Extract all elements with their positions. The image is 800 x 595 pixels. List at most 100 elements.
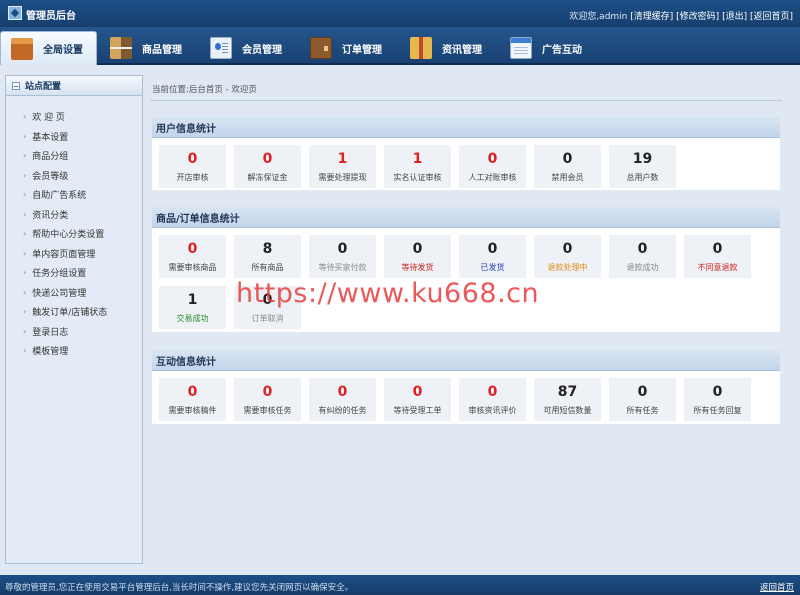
stat-card[interactable]: 1 交易成功 xyxy=(159,286,226,329)
sidebar-item[interactable]: › 会员等级 xyxy=(6,166,142,186)
stat-label: 总用户数 xyxy=(626,173,659,182)
stat-label: 可用短信数量 xyxy=(543,406,592,415)
back-home-link[interactable]: [返回首页] xyxy=(750,12,793,22)
stat-card[interactable]: 0 等待买家付款 xyxy=(309,235,376,278)
stat-value: 0 xyxy=(487,241,498,257)
stat-label: 需要审核稿件 xyxy=(168,406,217,415)
stat-value: 0 xyxy=(637,384,648,400)
stat-card[interactable]: 0 解冻保证金 xyxy=(234,145,301,188)
stat-card[interactable]: 0 禁用会员 xyxy=(534,145,601,188)
panel-body: 0 需要审核商品 8 所有商品 0 等待买家付款 0 等待发货 0 已发货 0 退款处理中 … xyxy=(152,228,780,329)
sidebar-item-label: 模板管理 xyxy=(32,347,69,358)
sidebar-item[interactable]: › 任务分组设置 xyxy=(6,263,142,283)
stat-card[interactable]: 0 退款处理中 xyxy=(534,235,601,278)
order-wallet-icon xyxy=(310,37,332,59)
footer-home-link[interactable]: 返回首页 xyxy=(760,581,794,593)
main-nav: 全局设置 商品管理 会员管理 订单管理 资讯管理 广告互动 xyxy=(0,27,800,65)
chevron-right-icon: › xyxy=(23,307,27,317)
stat-card[interactable]: 0 所有任务回复 xyxy=(684,378,751,421)
stat-card[interactable]: 1 需要处理提现 xyxy=(309,145,376,188)
sidebar-item-label: 自助广告系统 xyxy=(32,191,87,202)
sidebar-item[interactable]: › 触发订单/店铺状态 xyxy=(6,302,142,322)
sidebar-item[interactable]: › 帮助中心分类设置 xyxy=(6,224,142,244)
stat-card[interactable]: 87 可用短信数量 xyxy=(534,378,601,421)
sidebar-item-label: 登录日志 xyxy=(32,327,69,338)
stat-label: 订单取消 xyxy=(251,314,284,323)
collapse-icon[interactable] xyxy=(12,81,20,90)
tab-label: 订单管理 xyxy=(342,44,382,56)
stat-card[interactable]: 0 审核资讯评价 xyxy=(459,378,526,421)
stat-value: 19 xyxy=(632,151,653,167)
change-password-link[interactable]: [修改密码] xyxy=(676,12,719,22)
tab-label: 会员管理 xyxy=(242,44,282,56)
sidebar-item[interactable]: › 商品分组 xyxy=(6,146,142,166)
sidebar-item[interactable]: › 基本设置 xyxy=(6,127,142,147)
stat-card[interactable]: 0 所有任务 xyxy=(609,378,676,421)
stat-label: 需要审核任务 xyxy=(243,406,292,415)
stat-value: 0 xyxy=(187,384,198,400)
welcome-text: 欢迎您,admin xyxy=(569,12,628,22)
tab-label: 资讯管理 xyxy=(442,44,482,56)
sidebar-item[interactable]: › 快递公司管理 xyxy=(6,283,142,303)
stat-label: 所有任务 xyxy=(626,406,659,415)
footer: 尊敬的管理员,您正在使用交易平台管理后台,当长时间不操作,建议您先关闭网页以确保… xyxy=(0,575,800,595)
stat-card[interactable]: 1 实名认证审核 xyxy=(384,145,451,188)
chevron-right-icon: › xyxy=(23,190,27,200)
sidebar-item[interactable]: › 单内容页面管理 xyxy=(6,244,142,264)
stat-card[interactable]: 0 不同意退款 xyxy=(684,235,751,278)
stat-value: 0 xyxy=(337,241,348,257)
panel-title: 用户信息统计 xyxy=(152,117,780,138)
stat-card[interactable]: 19 总用户数 xyxy=(609,145,676,188)
sidebar-item[interactable]: › 模板管理 xyxy=(6,341,142,361)
user-stats-panel: 用户信息统计 0 开店审核 0 解冻保证金 1 需要处理提现 1 实名认证审核 0 人工对… xyxy=(152,117,780,190)
logout-link[interactable]: [退出] xyxy=(722,12,747,22)
stat-card[interactable]: 0 订单取消 xyxy=(234,286,301,329)
stat-card[interactable]: 0 已发货 xyxy=(459,235,526,278)
stat-card[interactable]: 0 人工对账审核 xyxy=(459,145,526,188)
stat-card[interactable]: 0 开店审核 xyxy=(159,145,226,188)
sidebar-item-label: 任务分组设置 xyxy=(32,269,87,280)
stat-card[interactable]: 8 所有商品 xyxy=(234,235,301,278)
tab-goods-management[interactable]: 商品管理 xyxy=(110,31,182,65)
stat-card[interactable]: 0 需要审核稿件 xyxy=(159,378,226,421)
tab-news-management[interactable]: 资讯管理 xyxy=(410,31,482,65)
sidebar-header[interactable]: 站点配置 xyxy=(6,76,142,96)
stat-value: 0 xyxy=(487,151,498,167)
stat-label: 需要审核商品 xyxy=(168,263,217,272)
stat-card[interactable]: 0 等待受理工单 xyxy=(384,378,451,421)
stat-value: 0 xyxy=(487,384,498,400)
stat-card[interactable]: 0 需要审核商品 xyxy=(159,235,226,278)
goods-icon xyxy=(110,37,132,59)
sidebar-title: 站点配置 xyxy=(25,82,62,92)
stat-card[interactable]: 0 退款成功 xyxy=(609,235,676,278)
member-card-icon xyxy=(210,37,232,59)
stat-value: 0 xyxy=(712,241,723,257)
sidebar-item[interactable]: › 自助广告系统 xyxy=(6,185,142,205)
stat-label: 禁用会员 xyxy=(551,173,584,182)
top-bar: 管理员后台 欢迎您,admin [清理缓存] [修改密码] [退出] [返回首页… xyxy=(0,0,800,27)
stat-label: 开店审核 xyxy=(176,173,209,182)
tab-order-management[interactable]: 订单管理 xyxy=(310,31,382,65)
clear-cache-link[interactable]: [清理缓存] xyxy=(630,12,673,22)
stat-label: 人工对账审核 xyxy=(468,173,517,182)
tab-ad-interaction[interactable]: 广告互动 xyxy=(510,31,582,65)
footer-note: 尊敬的管理员,您正在使用交易平台管理后台,当长时间不操作,建议您先关闭网页以确保… xyxy=(5,583,354,593)
home-icon xyxy=(11,37,33,60)
stat-label: 已发货 xyxy=(480,263,505,272)
stat-card[interactable]: 0 等待发货 xyxy=(384,235,451,278)
stat-label: 审核资讯评价 xyxy=(468,406,517,415)
stat-label: 退款处理中 xyxy=(547,263,588,272)
user-links: 欢迎您,admin [清理缓存] [修改密码] [退出] [返回首页] xyxy=(569,9,793,22)
sidebar: 站点配置 › 欢 迎 页 › 基本设置 › 商品分组 › 会员等级 › 自助广告系统 › 资… xyxy=(5,75,143,564)
tab-global-settings[interactable]: 全局设置 xyxy=(0,31,97,65)
sidebar-item[interactable]: › 登录日志 xyxy=(6,322,142,342)
stat-label: 等待受理工单 xyxy=(393,406,442,415)
sidebar-item[interactable]: › 欢 迎 页 xyxy=(6,107,142,127)
chevron-right-icon: › xyxy=(23,112,27,122)
stat-card[interactable]: 0 有纠纷的任务 xyxy=(309,378,376,421)
stat-card[interactable]: 0 需要审核任务 xyxy=(234,378,301,421)
sidebar-item-label: 资讯分类 xyxy=(32,210,69,221)
sidebar-item[interactable]: › 资讯分类 xyxy=(6,205,142,225)
stat-label: 所有商品 xyxy=(251,263,284,272)
tab-member-management[interactable]: 会员管理 xyxy=(210,31,282,65)
